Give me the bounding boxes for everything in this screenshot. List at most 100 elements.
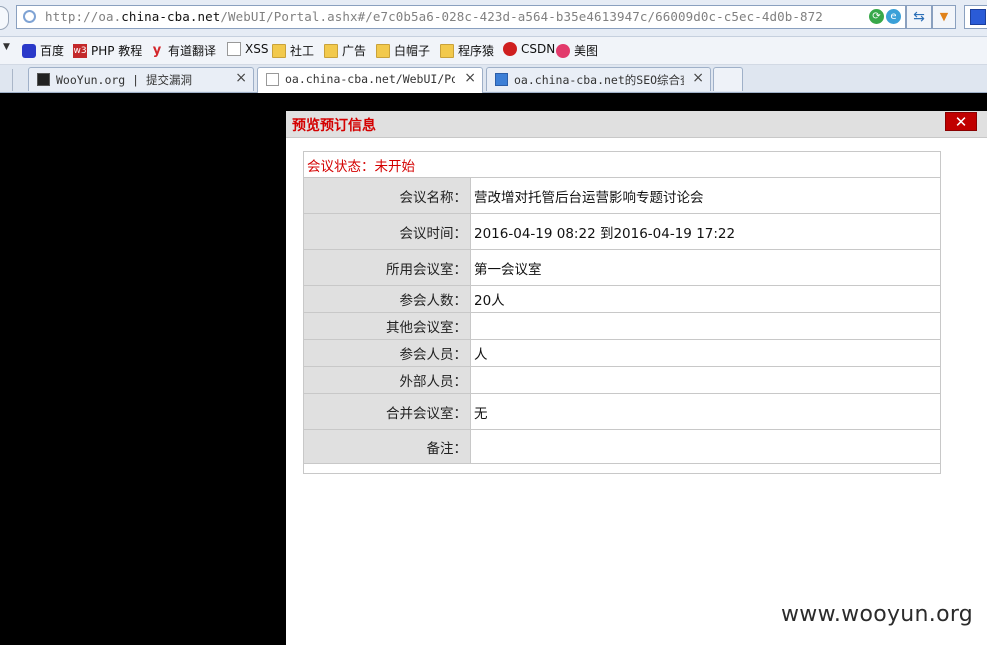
close-button[interactable]: ✕ — [945, 112, 977, 131]
fav-label: 百度 — [40, 44, 65, 58]
meeting-status: 会议状态：未开始 — [303, 151, 941, 178]
close-icon[interactable]: × — [235, 70, 247, 86]
fav-baimaozi[interactable]: 白帽子 — [376, 42, 430, 59]
row-value: 无 — [470, 393, 941, 430]
folder-icon — [440, 43, 454, 58]
table-row: 合并会议室： 无 — [303, 393, 941, 430]
close-icon[interactable]: × — [692, 70, 704, 86]
table-row: 参会人数： 20人 — [303, 285, 941, 313]
fav-label: 广告 — [342, 44, 367, 58]
row-value: 人 — [470, 339, 941, 367]
tab-bar: WooYun.org | 提交漏洞 × oa.china-cba.net/Web… — [0, 65, 987, 93]
youdao-icon: y — [152, 42, 162, 58]
table-row: 会议名称： 营改增对托管后台运营影响专题讨论会 — [303, 177, 941, 214]
dialog-title: 预览预订信息 — [292, 118, 376, 134]
meeting-info-table: 会议状态：未开始 会议名称： 营改增对托管后台运营影响专题讨论会 会议时间： 2… — [303, 151, 941, 474]
booking-preview-dialog: 预览预订信息 ✕ 会议状态：未开始 会议名称： 营改增对托管后台运营影响专题讨论… — [286, 111, 987, 645]
fav-label: 白帽子 — [394, 44, 431, 58]
dropdown-button[interactable]: ▼ — [932, 5, 956, 29]
row-label: 参会人员： — [303, 339, 471, 367]
fav-label: 社工 — [290, 44, 315, 58]
tab-label: oa.china-cba.net/WebUI/Porta — [285, 72, 455, 86]
page-icon — [227, 42, 241, 56]
folder-icon — [376, 43, 390, 58]
fav-youdao[interactable]: y 有道翻译 — [150, 42, 216, 59]
new-tab-button[interactable] — [713, 67, 743, 91]
tab-label: WooYun.org | 提交漏洞 — [56, 73, 193, 87]
fav-label: 程序猿 — [458, 44, 495, 58]
row-value: 第一会议室 — [470, 249, 941, 286]
url-suffix: /WebUI/Portal.ashx#/e7c0b5a6-028c-423d-a… — [220, 9, 823, 24]
fav-php[interactable]: w3 PHP 教程 — [73, 42, 142, 59]
table-footer-row — [303, 463, 941, 474]
tab-wooyun[interactable]: WooYun.org | 提交漏洞 × — [28, 67, 254, 91]
fav-label: PHP 教程 — [91, 44, 143, 58]
row-value: 营改增对托管后台运营影响专题讨论会 — [470, 177, 941, 214]
row-label: 会议时间： — [303, 213, 471, 250]
row-label: 合并会议室： — [303, 393, 471, 430]
tab-oa-portal[interactable]: oa.china-cba.net/WebUI/Porta × — [257, 67, 483, 93]
folder-icon — [272, 43, 286, 58]
table-row: 备注： — [303, 429, 941, 464]
fav-guanggao[interactable]: 广告 — [324, 42, 366, 59]
row-label: 外部人员： — [303, 366, 471, 394]
table-row: 所用会议室： 第一会议室 — [303, 249, 941, 286]
row-label: 所用会议室： — [303, 249, 471, 286]
wooyun-icon — [37, 73, 50, 86]
refresh-icon: ⇆ — [913, 9, 925, 25]
table-row: 参会人员： 人 — [303, 339, 941, 367]
tab-seo[interactable]: oa.china-cba.net的SEO综合查询 × — [486, 67, 711, 91]
row-label: 备注： — [303, 429, 471, 464]
table-row: 会议时间： 2016-04-19 08:22 到2016-04-19 17:22 — [303, 213, 941, 250]
ie-icon[interactable]: e — [886, 9, 901, 24]
page-icon — [266, 73, 279, 86]
tab-label: oa.china-cba.net的SEO综合查询 — [514, 73, 684, 87]
favorites-bar: ▼ 百度 w3 PHP 教程 y 有道翻译 XSS 社工 广告 白帽子 程序猿 CS… — [0, 37, 987, 65]
tab-list-button[interactable] — [0, 69, 13, 91]
refresh-button[interactable]: ⇆ — [906, 5, 932, 29]
table-row: 外部人员： — [303, 366, 941, 394]
globe-icon — [23, 10, 36, 23]
row-value — [470, 312, 941, 340]
fav-label: 有道翻译 — [168, 44, 217, 58]
row-value: 2016-04-19 08:22 到2016-04-19 17:22 — [470, 213, 941, 250]
fav-meitu[interactable]: 美图 — [556, 42, 598, 59]
url-host: china-cba.net — [121, 9, 221, 24]
fav-label: XSS — [245, 42, 269, 56]
status-row: 会议状态：未开始 — [303, 151, 941, 178]
baidu-icon — [22, 43, 36, 58]
row-value — [470, 429, 941, 464]
address-bar[interactable]: http://oa.china-cba.net/WebUI/Portal.ash… — [16, 5, 906, 29]
row-label: 参会人数： — [303, 285, 471, 313]
url-prefix: http://oa. — [45, 9, 122, 24]
close-icon: ✕ — [954, 113, 968, 131]
close-icon[interactable]: × — [464, 70, 476, 86]
row-label: 其他会议室： — [303, 312, 471, 340]
csdn-icon — [503, 42, 517, 56]
seo-site-icon — [495, 73, 508, 86]
dialog-titlebar: 预览预订信息 ✕ — [286, 111, 987, 138]
fav-shegong[interactable]: 社工 — [272, 42, 314, 59]
url-text[interactable]: http://oa.china-cba.net/WebUI/Portal.ash… — [45, 9, 865, 24]
compat-icon[interactable]: ⟳ — [869, 9, 884, 24]
fav-baidu[interactable]: 百度 — [22, 42, 64, 59]
table-footer — [303, 463, 941, 474]
w3-icon: w3 — [73, 43, 87, 58]
fav-label: 美图 — [574, 44, 599, 58]
row-value: 20人 — [470, 285, 941, 313]
address-bar-icons: ⟳ e — [869, 9, 901, 24]
folder-icon — [324, 43, 338, 58]
watermark: www.wooyun.org — [781, 602, 974, 627]
back-button[interactable] — [0, 6, 9, 30]
search-box[interactable] — [964, 5, 987, 29]
fav-label: CSDN — [521, 42, 556, 56]
meitu-icon — [556, 43, 570, 58]
fav-xss[interactable]: XSS — [227, 42, 268, 56]
favorites-arrow-icon[interactable]: ▼ — [3, 42, 10, 52]
fav-chengxuyuan[interactable]: 程序猿 — [440, 42, 494, 59]
chevron-down-icon: ▼ — [939, 10, 949, 23]
search-provider-icon — [970, 9, 986, 25]
row-label: 会议名称： — [303, 177, 471, 214]
fav-csdn[interactable]: CSDN — [503, 42, 555, 56]
table-row: 其他会议室： — [303, 312, 941, 340]
